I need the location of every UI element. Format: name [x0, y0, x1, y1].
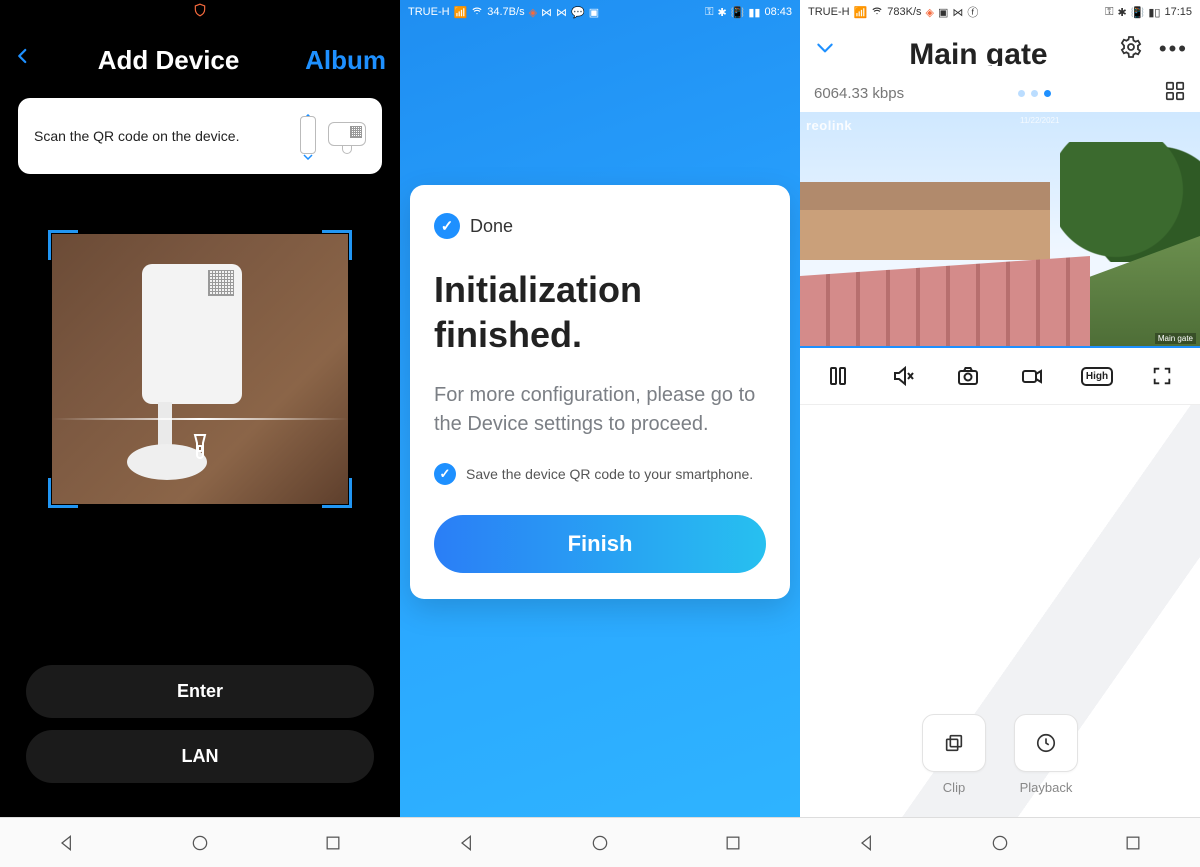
lan-button[interactable]: LAN: [26, 730, 374, 783]
completion-card: ✓ Done Initialization finished. For more…: [410, 185, 790, 599]
status-app-icon: ⋈: [952, 6, 963, 19]
status-app-icon: ⋈: [556, 6, 567, 19]
wifi-icon: [471, 6, 483, 19]
status-app-icon: ⋈: [541, 6, 552, 19]
status-app-icon: ▣: [938, 6, 948, 19]
vibrate-icon: 📳: [1131, 6, 1145, 19]
video-timestamp: 11/22/2021: [1020, 116, 1059, 125]
scan-line: [52, 418, 348, 420]
clock: 17:15: [1164, 6, 1192, 18]
page-title: Add Device: [98, 45, 240, 76]
vibrate-icon: 📳: [731, 6, 745, 19]
status-app-icon: ▣: [589, 6, 599, 19]
camera-title: Main gate: [909, 38, 1047, 66]
video-controls: High: [800, 348, 1200, 405]
more-menu-icon[interactable]: •••: [1159, 36, 1188, 62]
settings-gear-icon[interactable]: [1119, 35, 1143, 64]
screen-add-device: Add Device Album Scan the QR code on the…: [0, 0, 400, 867]
clock: 08:43: [764, 6, 792, 18]
screen-initialization-finished: TRUE-H 📶 34.7B/s ◈ ⋈ ⋈ 💬 ▣ ⚿ ✱ 📳 ▮▮ 08:4…: [400, 0, 800, 867]
signal-icon: 📶: [854, 6, 868, 19]
heading: Initialization finished.: [434, 267, 766, 357]
shield-icon: [193, 3, 207, 22]
pause-button[interactable]: [820, 362, 856, 390]
carrier-label: TRUE-H: [408, 6, 450, 18]
playback-label: Playback: [1020, 780, 1073, 795]
shield-icon: ◈: [529, 6, 537, 19]
signal-icon: 📶: [454, 6, 468, 19]
wifi-icon: [871, 6, 883, 19]
snapshot-button[interactable]: [950, 362, 986, 390]
album-link[interactable]: Album: [305, 45, 386, 76]
net-speed: 783K/s: [887, 6, 921, 18]
info-row: 6064.33 kbps: [800, 70, 1200, 112]
back-chevron-icon[interactable]: [812, 34, 838, 65]
status-bar: TRUE-H 📶 34.7B/s ◈ ⋈ ⋈ 💬 ▣ ⚿ ✱ 📳 ▮▮ 08:4…: [400, 0, 800, 22]
nav-back-icon[interactable]: [857, 833, 877, 853]
watermark: reolink: [806, 118, 852, 133]
check-icon: ✓: [434, 213, 460, 239]
screen-live-view: TRUE-H 📶 783K/s ◈ ▣ ⋈ ⓕ ⚿ ✱ 📳 ▮▯ 17:15 M…: [800, 0, 1200, 867]
checkbox-checked-icon[interactable]: ✓: [434, 463, 456, 485]
nav-home-icon[interactable]: [990, 833, 1010, 853]
nav-back-icon[interactable]: [457, 833, 477, 853]
quality-button[interactable]: High: [1079, 362, 1115, 390]
lower-panel: Clip Playback: [800, 405, 1200, 867]
clip-label: Clip: [943, 780, 965, 795]
clip-button[interactable]: Clip: [922, 714, 986, 795]
messenger-icon: 💬: [571, 6, 585, 19]
nav-recent-icon[interactable]: [1123, 833, 1143, 853]
android-navbar: [400, 817, 800, 867]
record-button[interactable]: [1014, 362, 1050, 390]
playback-button[interactable]: Playback: [1014, 714, 1078, 795]
live-video[interactable]: reolink 11/22/2021 Main gate: [800, 112, 1200, 348]
facebook-icon: ⓕ: [967, 4, 978, 20]
video-label: Main gate: [1155, 333, 1196, 344]
clip-icon: [943, 732, 965, 754]
carrier-label: TRUE-H: [808, 6, 850, 18]
page-dots[interactable]: [1018, 90, 1051, 97]
enter-button[interactable]: Enter: [26, 665, 374, 718]
back-button[interactable]: [14, 42, 32, 78]
status-bar: [0, 0, 400, 24]
done-label: Done: [470, 216, 513, 237]
flashlight-button[interactable]: [183, 428, 217, 468]
fullscreen-button[interactable]: [1144, 362, 1180, 390]
done-row: ✓ Done: [434, 213, 766, 239]
shield-icon: ◈: [926, 6, 934, 19]
bluetooth-icon: ✱: [1117, 6, 1126, 19]
tip-card: Scan the QR code on the device.: [18, 98, 382, 174]
nav-back-icon[interactable]: [57, 833, 77, 853]
save-qr-option[interactable]: ✓ Save the device QR code to your smartp…: [434, 463, 766, 485]
nav-recent-icon[interactable]: [323, 833, 343, 853]
vpn-key-icon: ⚿: [705, 6, 713, 19]
nav-home-icon[interactable]: [590, 833, 610, 853]
tip-text: Scan the QR code on the device.: [34, 128, 239, 144]
status-bar: TRUE-H 📶 783K/s ◈ ▣ ⋈ ⓕ ⚿ ✱ 📳 ▮▯ 17:15: [800, 0, 1200, 22]
nav-recent-icon[interactable]: [723, 833, 743, 853]
header: Add Device Album: [0, 24, 400, 98]
vpn-key-icon: ⚿: [1105, 6, 1113, 19]
net-speed: 34.7B/s: [487, 6, 524, 18]
nav-home-icon[interactable]: [190, 833, 210, 853]
bluetooth-icon: ✱: [717, 6, 726, 19]
bitrate-label: 6064.33 kbps: [814, 85, 904, 102]
android-navbar: [0, 817, 400, 867]
grid-view-icon[interactable]: [1164, 80, 1186, 106]
header: Main gate •••: [800, 22, 1200, 70]
battery-icon: ▮▮: [748, 6, 760, 19]
qr-scanner-viewport[interactable]: [52, 234, 348, 504]
bottom-actions: Enter LAN: [0, 665, 400, 795]
clock-icon: [1035, 732, 1057, 754]
subtext: For more configuration, please go to the…: [434, 381, 766, 439]
save-qr-label: Save the device QR code to your smartpho…: [466, 466, 753, 482]
finish-button[interactable]: Finish: [434, 515, 766, 573]
tip-illustration: [296, 116, 366, 156]
android-navbar: [800, 817, 1200, 867]
mute-button[interactable]: [885, 362, 921, 390]
battery-icon: ▮▯: [1148, 6, 1160, 19]
